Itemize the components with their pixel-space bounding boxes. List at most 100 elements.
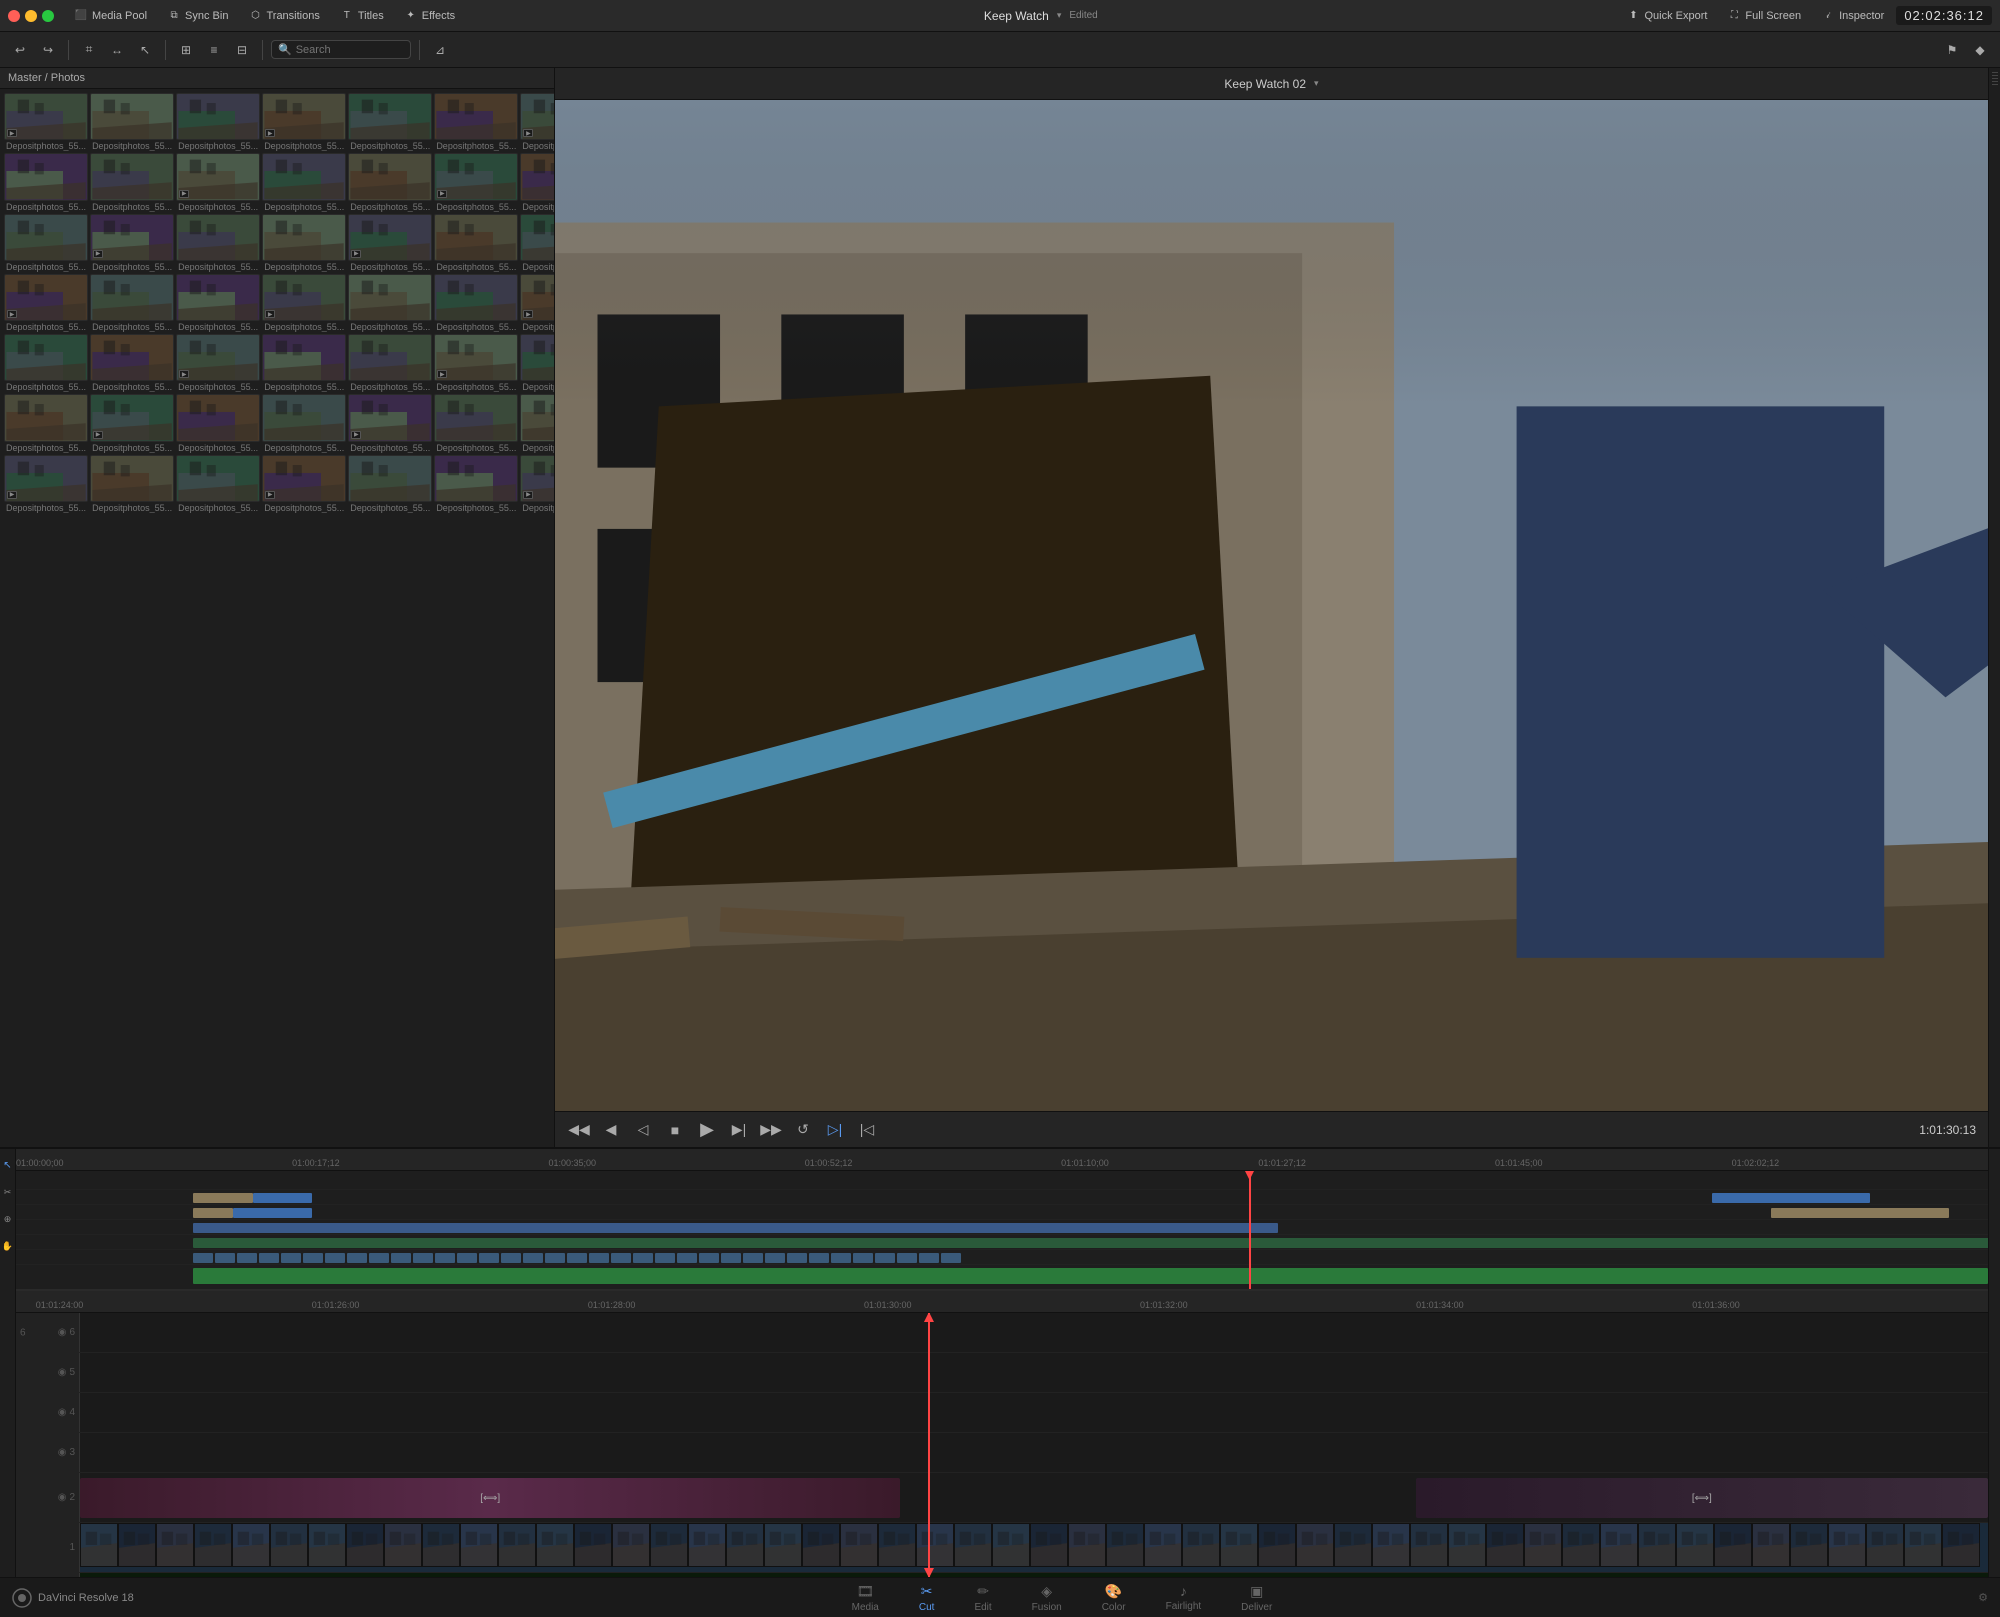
media-thumb-36[interactable]: ▶Depositphotos_55...	[90, 394, 174, 452]
bottom-nav-deliver[interactable]: ▣Deliver	[1221, 1579, 1292, 1617]
minimize-button[interactable]	[25, 10, 37, 22]
bottom-nav-media[interactable]: 🎞Media	[832, 1579, 899, 1617]
media-thumb-6[interactable]: ▶Depositphotos_55...	[520, 93, 554, 151]
track-mute-3[interactable]: ◉	[58, 1447, 67, 1458]
media-thumb-11[interactable]: Depositphotos_55...	[348, 153, 432, 211]
media-thumb-10[interactable]: Depositphotos_55...	[262, 153, 346, 211]
media-thumb-5[interactable]: Depositphotos_55...	[434, 93, 518, 151]
thumb-label-44: Depositphotos_55...	[176, 503, 260, 513]
media-thumb-13[interactable]: Depositphotos_55...	[520, 153, 554, 211]
play-to-end-button[interactable]: |◁	[855, 1118, 879, 1142]
media-thumb-33[interactable]: ▶Depositphotos_55...	[434, 334, 518, 392]
project-dropdown[interactable]: ▾	[1057, 10, 1062, 21]
play-reverse-button[interactable]: ◁	[631, 1118, 655, 1142]
bottom-nav-edit[interactable]: ✏Edit	[954, 1579, 1011, 1617]
redo-button[interactable]: ↪	[36, 38, 60, 62]
media-thumb-18[interactable]: ▶Depositphotos_55...	[348, 214, 432, 272]
trim-tool[interactable]: ↔	[105, 38, 129, 62]
track-mute-2[interactable]: ◉	[58, 1492, 67, 1503]
media-thumb-48[interactable]: ▶Depositphotos_55...	[520, 455, 554, 513]
media-thumb-32[interactable]: Depositphotos_55...	[348, 334, 432, 392]
prev-frame-button[interactable]: ◀	[599, 1118, 623, 1142]
sync-bin-nav[interactable]: ⧉ Sync Bin	[159, 6, 236, 26]
bottom-nav-fairlight[interactable]: ♪Fairlight	[1146, 1579, 1222, 1617]
media-thumb-40[interactable]: Depositphotos_55...	[434, 394, 518, 452]
media-thumb-38[interactable]: Depositphotos_55...	[262, 394, 346, 452]
stop-button[interactable]: ■	[663, 1118, 687, 1142]
music-clip-right[interactable]: [⟺]	[1416, 1478, 1988, 1518]
play-button[interactable]: ▶	[695, 1118, 719, 1142]
selection-tool[interactable]: ↖	[133, 38, 157, 62]
filter-button[interactable]: ⊿	[428, 38, 452, 62]
media-thumb-1[interactable]: Depositphotos_55...	[90, 93, 174, 151]
media-thumb-8[interactable]: Depositphotos_55...	[90, 153, 174, 211]
media-thumb-24[interactable]: ▶Depositphotos_55...	[262, 274, 346, 332]
media-thumb-19[interactable]: Depositphotos_55...	[434, 214, 518, 272]
media-thumb-3[interactable]: ▶Depositphotos_55...	[262, 93, 346, 151]
titles-nav[interactable]: T Titles	[332, 6, 392, 26]
media-thumb-15[interactable]: ▶Depositphotos_55...	[90, 214, 174, 272]
media-thumb-20[interactable]: Depositphotos_55...	[520, 214, 554, 272]
media-thumb-29[interactable]: Depositphotos_55...	[90, 334, 174, 392]
bottom-nav-color[interactable]: 🎨Color	[1082, 1579, 1146, 1617]
media-thumb-27[interactable]: ▶Depositphotos_55...	[520, 274, 554, 332]
track-mute-5[interactable]: ◉	[58, 1367, 67, 1378]
media-thumb-21[interactable]: ▶Depositphotos_55...	[4, 274, 88, 332]
transitions-nav[interactable]: ⬡ Transitions	[240, 6, 327, 26]
media-thumb-44[interactable]: Depositphotos_55...	[176, 455, 260, 513]
effects-nav[interactable]: ✦ Effects	[396, 6, 463, 26]
full-screen-button[interactable]: ⛶ Full Screen	[1719, 6, 1809, 26]
media-thumb-37[interactable]: Depositphotos_55...	[176, 394, 260, 452]
media-thumb-30[interactable]: ▶Depositphotos_55...	[176, 334, 260, 392]
blade-tool[interactable]: ⌗	[77, 38, 101, 62]
track-mute-6[interactable]: ◉	[58, 1327, 67, 1338]
media-thumb-26[interactable]: Depositphotos_55...	[434, 274, 518, 332]
media-thumb-43[interactable]: Depositphotos_55...	[90, 455, 174, 513]
media-thumb-45[interactable]: ▶Depositphotos_55...	[262, 455, 346, 513]
media-thumb-0[interactable]: ▶Depositphotos_55...	[4, 93, 88, 151]
inspector-button[interactable]: 𝒾 Inspector	[1813, 6, 1892, 26]
media-thumb-46[interactable]: Depositphotos_55...	[348, 455, 432, 513]
track-mute-4[interactable]: ◉	[58, 1407, 67, 1418]
media-thumb-2[interactable]: Depositphotos_55...	[176, 93, 260, 151]
media-thumb-31[interactable]: Depositphotos_55...	[262, 334, 346, 392]
search-input[interactable]	[296, 44, 396, 56]
flag-button[interactable]: ⚑	[1940, 38, 1964, 62]
media-thumb-23[interactable]: Depositphotos_55...	[176, 274, 260, 332]
media-thumb-12[interactable]: ▶Depositphotos_55...	[434, 153, 518, 211]
marker-button[interactable]: ◆	[1968, 38, 1992, 62]
media-thumb-16[interactable]: Depositphotos_55...	[176, 214, 260, 272]
quick-export-button[interactable]: ⬆ Quick Export	[1618, 6, 1715, 26]
view-grid-button[interactable]: ⊞	[174, 38, 198, 62]
loop-button[interactable]: ↺	[791, 1118, 815, 1142]
next-frame-button[interactable]: ▶|	[727, 1118, 751, 1142]
bottom-nav-cut[interactable]: ✂Cut	[899, 1579, 955, 1617]
media-thumb-42[interactable]: ▶Depositphotos_55...	[4, 455, 88, 513]
media-thumb-47[interactable]: Depositphotos_55...	[434, 455, 518, 513]
media-thumb-14[interactable]: Depositphotos_55...	[4, 214, 88, 272]
media-thumb-28[interactable]: Depositphotos_55...	[4, 334, 88, 392]
prev-clip-button[interactable]: ◀◀	[567, 1118, 591, 1142]
maximize-button[interactable]	[42, 10, 54, 22]
clip-dropdown[interactable]: ▾	[1314, 78, 1319, 89]
bottom-nav-fusion[interactable]: ◈Fusion	[1012, 1579, 1082, 1617]
close-button[interactable]	[8, 10, 20, 22]
media-thumb-25[interactable]: Depositphotos_55...	[348, 274, 432, 332]
timeline-scroll-bar[interactable]	[1988, 1149, 2000, 1577]
media-thumb-41[interactable]: Depositphotos_55...	[520, 394, 554, 452]
media-thumb-34[interactable]: Depositphotos_55...	[520, 334, 554, 392]
media-thumb-4[interactable]: Depositphotos_55...	[348, 93, 432, 151]
media-thumb-22[interactable]: Depositphotos_55...	[90, 274, 174, 332]
media-thumb-17[interactable]: Depositphotos_55...	[262, 214, 346, 272]
undo-button[interactable]: ↩	[8, 38, 32, 62]
media-thumb-39[interactable]: ▶Depositphotos_55...	[348, 394, 432, 452]
music-clip-left[interactable]: [⟺]	[80, 1478, 900, 1518]
view-detail-button[interactable]: ⊟	[230, 38, 254, 62]
media-thumb-9[interactable]: ▶Depositphotos_55...	[176, 153, 260, 211]
play-all-button[interactable]: ▷|	[823, 1118, 847, 1142]
media-thumb-7[interactable]: Depositphotos_55...	[4, 153, 88, 211]
next-clip-button[interactable]: ▶▶	[759, 1118, 783, 1142]
media-pool-nav[interactable]: ⬛ Media Pool	[66, 6, 155, 26]
media-thumb-35[interactable]: Depositphotos_55...	[4, 394, 88, 452]
view-list-button[interactable]: ≡	[202, 38, 226, 62]
